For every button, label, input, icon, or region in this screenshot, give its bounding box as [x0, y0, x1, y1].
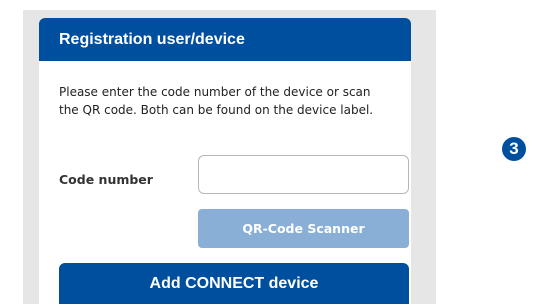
dialog-title: Registration user/device: [39, 18, 411, 61]
registration-dialog: Registration user/device Please enter th…: [39, 18, 411, 304]
screen: Registration user/device Please enter th…: [0, 0, 547, 304]
qr-code-scanner-button[interactable]: QR-Code Scanner: [198, 209, 409, 248]
step-number-badge: 3: [502, 137, 526, 161]
add-connect-device-button[interactable]: Add CONNECT device: [59, 263, 409, 304]
instructions-text: Please enter the code number of the devi…: [59, 85, 374, 117]
code-number-input[interactable]: [198, 155, 409, 194]
code-number-label: Code number: [59, 172, 153, 187]
